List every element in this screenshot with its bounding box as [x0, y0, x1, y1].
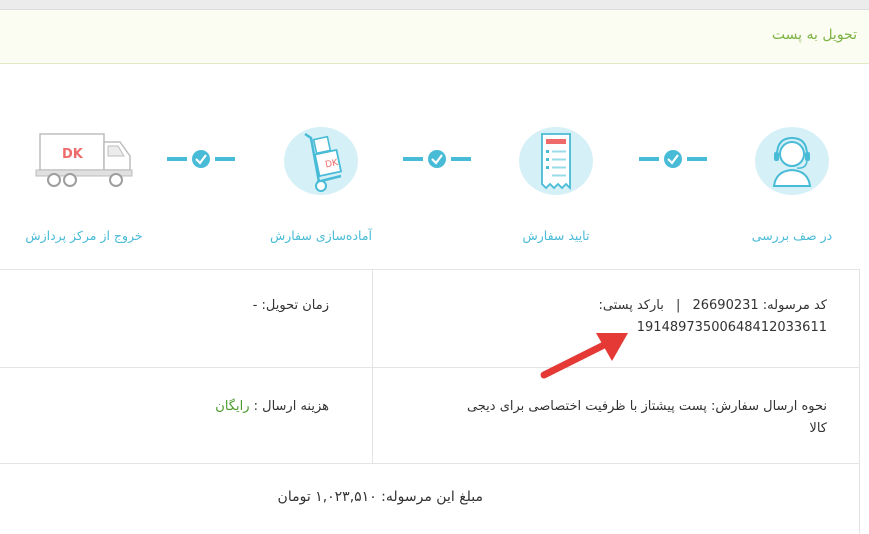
shipping-cost-value: رایگان [215, 399, 250, 414]
separator: | [675, 298, 681, 313]
svg-text:DK: DK [62, 147, 84, 162]
step-connector-check [403, 150, 471, 168]
hand-truck-icon: DK [284, 127, 358, 195]
support-agent-icon [755, 127, 829, 195]
step-label-in-review: در صف بررسی [751, 228, 833, 243]
shipment-row-codes: کد مرسوله: 26690231 | بارکد پستی: 191489… [0, 269, 860, 368]
delivery-time: زمان تحویل: - [253, 295, 329, 317]
status-title: تحویل به پست [771, 27, 857, 43]
shipment-row-amount: مبلغ این مرسوله: ۱,۰۲۳,۵۱۰ تومان [0, 463, 860, 534]
shipment-row-method: نحوه ارسال سفارش: پست پیشتاز با ظرفیت اخ… [0, 367, 860, 464]
shipping-cost: هزینه ارسال : رایگان [215, 396, 329, 418]
consignment-code: 26690231 [692, 298, 759, 313]
step-label-confirmed: تایید سفارش [522, 228, 590, 243]
order-status-banner: تحویل به پست [0, 10, 869, 64]
delivery-truck-icon: DK [35, 133, 133, 187]
step-label-preparing: آماده‌سازی سفارش [269, 228, 373, 243]
shipping-cost-label: هزینه ارسال : [253, 399, 329, 414]
delivery-time-value: - [252, 298, 258, 313]
shipping-method-cont: کالا [809, 421, 827, 436]
delivery-time-label: زمان تحویل: [261, 298, 329, 313]
step-connector-check [639, 150, 707, 168]
amount-value: ۱,۰۲۳,۵۱۰ تومان [277, 489, 377, 505]
red-arrow-annotation-icon [540, 333, 628, 379]
column-divider [372, 270, 373, 368]
shipping-method-value: پست پیشتاز با ظرفیت اختصاصی برای دیجی [466, 399, 707, 414]
step-connector-check [167, 150, 235, 168]
step-label-left-center: خروج از مرکز پردازش [25, 228, 143, 243]
amount-label: مبلغ این مرسوله: [381, 489, 483, 505]
column-divider [372, 368, 373, 464]
top-border-bar [0, 0, 869, 10]
shipping-method-label: نحوه ارسال سفارش: [711, 399, 827, 414]
barcode-label: بارکد پستی: [598, 298, 664, 313]
shipment-amount: مبلغ این مرسوله: ۱,۰۲۳,۵۱۰ تومان [278, 486, 483, 508]
postal-barcode: 19148973500648412033611 [636, 320, 827, 335]
invoice-icon [519, 127, 593, 195]
consignment-code-label: کد مرسوله: [762, 298, 827, 313]
consignment-info: کد مرسوله: 26690231 | بارکد پستی: [387, 295, 827, 317]
shipping-method: نحوه ارسال سفارش: پست پیشتاز با ظرفیت اخ… [387, 396, 827, 418]
order-progress-stepper: DK DK در صف بررسی تایید سفارش آماده‌سازی… [0, 64, 869, 269]
